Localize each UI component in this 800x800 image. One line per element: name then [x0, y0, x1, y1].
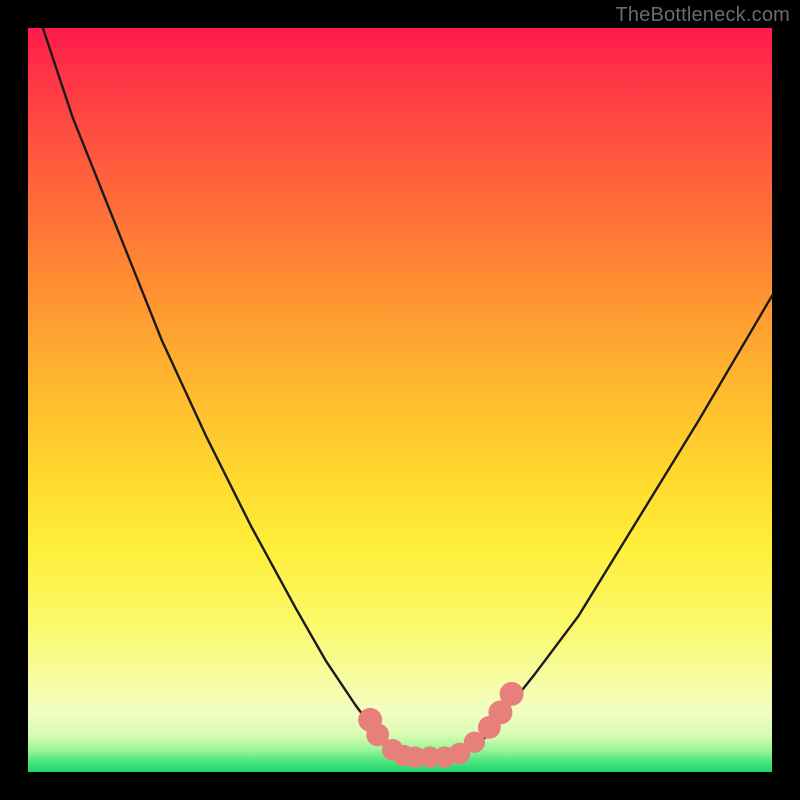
curve-markers — [358, 682, 523, 768]
plot-area — [28, 28, 772, 772]
watermark-text: TheBottleneck.com — [615, 4, 790, 27]
curve-layer — [28, 28, 772, 772]
chart-frame: TheBottleneck.com — [0, 0, 800, 800]
bottleneck-curve — [43, 28, 772, 757]
curve-marker — [500, 682, 524, 706]
